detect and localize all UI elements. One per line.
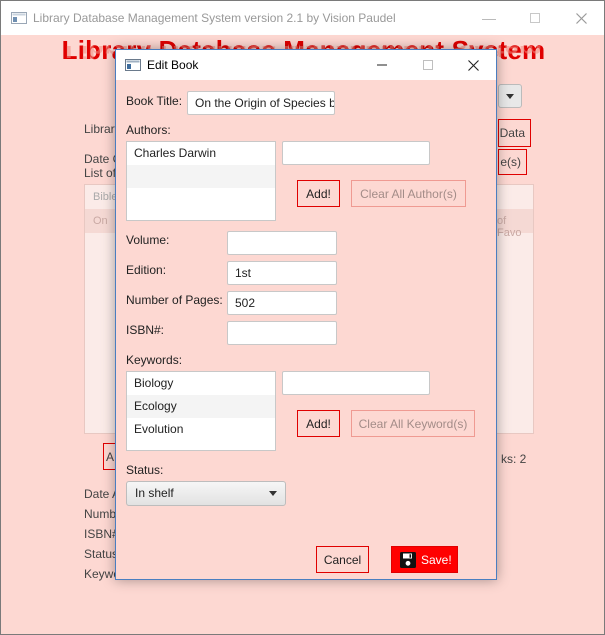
- save-button-label: Save!: [421, 552, 452, 567]
- maximize-icon[interactable]: [405, 50, 451, 80]
- add-author-button[interactable]: Add!: [297, 180, 340, 207]
- main-label-status: Status: [84, 547, 119, 561]
- save-button[interactable]: Save!: [391, 546, 458, 573]
- status-dropdown[interactable]: In shelf: [126, 481, 286, 506]
- main-side-button[interactable]: e(s): [498, 149, 527, 175]
- clear-authors-button[interactable]: Clear All Author(s): [351, 180, 466, 207]
- edition-label: Edition:: [126, 263, 167, 277]
- main-label-list: List of: [84, 166, 117, 180]
- maximize-icon[interactable]: [512, 1, 558, 35]
- list-item[interactable]: Biology: [127, 372, 275, 395]
- add-author-button-label: Add!: [306, 186, 331, 201]
- main-add-button-label: A: [105, 449, 114, 464]
- main-list-row-text-right: of Favo: [497, 215, 522, 239]
- minimize-icon[interactable]: —: [466, 1, 512, 35]
- cancel-button[interactable]: Cancel: [316, 546, 369, 573]
- minimize-icon[interactable]: [359, 50, 405, 80]
- main-list-col-head: Bible: [93, 191, 118, 203]
- status-label: Status:: [126, 463, 164, 477]
- list-item[interactable]: [127, 165, 275, 188]
- main-list-row-text: On: [93, 215, 108, 227]
- clear-keywords-button[interactable]: Clear All Keyword(s): [351, 410, 475, 437]
- add-keyword-button-label: Add!: [306, 416, 331, 431]
- clear-keywords-button-label: Clear All Keyword(s): [358, 416, 468, 431]
- app-window-icon: [125, 59, 141, 71]
- keywords-list[interactable]: Biology Ecology Evolution: [126, 371, 276, 451]
- book-title-label: Book Title:: [126, 94, 183, 108]
- main-side-button-label: e(s): [500, 155, 521, 169]
- add-keyword-button[interactable]: Add!: [297, 410, 340, 437]
- main-titlebar: Library Database Management System versi…: [1, 1, 604, 35]
- isbn-input[interactable]: [227, 321, 337, 345]
- pages-label: Number of Pages:: [126, 293, 223, 307]
- keyword-input[interactable]: [282, 371, 430, 395]
- pages-input[interactable]: 502: [227, 291, 337, 315]
- chevron-down-icon: [269, 491, 277, 496]
- clear-authors-button-label: Clear All Author(s): [360, 186, 457, 201]
- volume-label: Volume:: [126, 233, 170, 247]
- list-item[interactable]: Charles Darwin: [127, 142, 275, 165]
- main-count-text: ks: 2: [501, 452, 527, 466]
- main-data-button-label: Data: [499, 126, 525, 140]
- edit-book-dialog: Edit Book Book Title: On the Origin of S…: [115, 49, 497, 580]
- status-dropdown-value: In shelf: [135, 486, 174, 500]
- close-icon[interactable]: [450, 50, 496, 80]
- authors-label: Authors:: [126, 123, 171, 137]
- main-label-isbn: ISBN#: [84, 527, 119, 541]
- main-data-button[interactable]: Data: [498, 119, 531, 147]
- list-item[interactable]: [127, 188, 275, 211]
- author-input[interactable]: [282, 141, 430, 165]
- list-item[interactable]: Evolution: [127, 418, 275, 441]
- edition-input[interactable]: 1st: [227, 261, 337, 285]
- app-window-icon: [11, 12, 27, 24]
- authors-list[interactable]: Charles Darwin: [126, 141, 276, 221]
- main-dropdown[interactable]: [498, 84, 522, 108]
- cancel-button-label: Cancel: [323, 552, 362, 567]
- chevron-down-icon: [506, 93, 514, 99]
- keywords-label: Keywords:: [126, 353, 183, 367]
- book-title-input[interactable]: On the Origin of Species b: [187, 91, 335, 115]
- main-label-number: Numb: [84, 507, 117, 521]
- isbn-label: ISBN#:: [126, 323, 165, 337]
- list-item[interactable]: Ecology: [127, 395, 275, 418]
- main-window-title: Library Database Management System versi…: [33, 11, 396, 25]
- close-icon[interactable]: [558, 1, 604, 35]
- floppy-disk-icon: [400, 551, 416, 568]
- dialog-titlebar: Edit Book: [116, 50, 496, 80]
- dialog-title: Edit Book: [147, 58, 199, 72]
- volume-input[interactable]: [227, 231, 337, 255]
